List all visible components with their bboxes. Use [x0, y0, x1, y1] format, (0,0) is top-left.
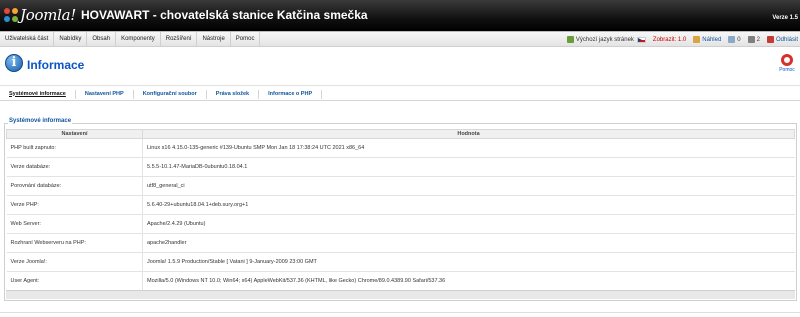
menu-item-site[interactable]: Uživatelská část [0, 32, 55, 47]
table-row: User Agent: Mozilla/5.0 (Windows NT 10.0… [6, 271, 795, 291]
logo-text: Joomla! [20, 6, 76, 24]
help-button[interactable]: Pomoc [777, 54, 797, 73]
info-icon: i [5, 54, 23, 72]
menu-item-help[interactable]: Pomoc [231, 32, 261, 47]
row-value: apache2handler [142, 233, 795, 253]
mail-icon [728, 36, 736, 43]
preview-icon [693, 36, 701, 43]
row-value: Joomla! 1.5.9 Production/Stable [ Vatani… [142, 252, 795, 272]
logout-icon [766, 36, 774, 43]
table-row: Verze Joomla!: Joomla! 1.5.9 Production/… [6, 252, 795, 272]
row-value: Linux s16 4.15.0-135-generic #139-Ubuntu… [142, 138, 795, 158]
page-toolbar: i Informace Pomoc [0, 48, 800, 86]
row-key: Verze PHP: [6, 195, 143, 215]
language-label: Výchozí jazyk stránek [575, 36, 634, 43]
tab-system-info[interactable]: Systémové informace [0, 89, 76, 99]
tab-config-file[interactable]: Konfigurační soubor [134, 89, 207, 99]
row-key: Verze Joomla!: [6, 252, 143, 272]
table-row: PHP built zapnuto: Linux s16 4.15.0-135-… [6, 138, 795, 158]
czech-flag-icon [636, 36, 646, 43]
tab-bar: Systémové informace Nastavení PHP Konfig… [0, 88, 800, 101]
help-label: Pomoc [779, 67, 795, 73]
users-count: 2 [756, 36, 760, 43]
menu-item-components[interactable]: Komponenty [116, 32, 161, 47]
table-row: Verze databáze: 5.5.5-10.1.47-MariaDB-0u… [6, 157, 795, 177]
row-value: Apache/2.4.29 (Ubuntu) [142, 214, 795, 234]
preview-label: Náhled [702, 36, 722, 43]
tab-php-info[interactable]: Informace o PHP [259, 89, 323, 99]
table-row: Porovnání databáze: utf8_general_ci [6, 176, 795, 196]
table-row: Web Server: Apache/2.4.29 (Ubuntu) [6, 214, 795, 234]
main-menu: Uživatelská část Nabídky Obsah Komponent… [0, 32, 261, 47]
top-header: Joomla! HOVAWART - chovatelská stanice K… [0, 0, 800, 31]
table-row: Rozhraní Webserveru na PHP: apache2handl… [6, 233, 795, 253]
row-key: Verze databáze: [6, 157, 143, 177]
table-row: Verze PHP: 5.6.40-29+ubuntu18.04.1+deb.s… [6, 195, 795, 215]
admin-menubar: Uživatelská část Nabídky Obsah Komponent… [0, 31, 800, 47]
language-selector[interactable]: Výchozí jazyk stránek [566, 36, 646, 43]
site-title: HOVAWART - chovatelská stanice Katčina s… [81, 8, 368, 22]
table-footer [6, 290, 795, 299]
row-value: Mozilla/5.0 (Windows NT 10.0; Win64; x64… [142, 271, 795, 291]
joomla-logo-icon [4, 8, 18, 22]
tab-php-settings[interactable]: Nastavení PHP [76, 89, 134, 99]
menu-item-tools[interactable]: Nástroje [197, 32, 231, 47]
joomla-logo[interactable]: Joomla! [4, 4, 76, 26]
column-header-setting: Nastavení [6, 129, 143, 139]
row-value: utf8_general_ci [142, 176, 795, 196]
page-divider [0, 312, 800, 313]
users-icon [747, 36, 755, 43]
section-legend: Systémové informace [8, 118, 73, 124]
menu-item-menus[interactable]: Nabídky [54, 32, 88, 47]
row-key: Web Server: [6, 214, 143, 234]
unread-count: 0 [737, 36, 741, 43]
messages-status[interactable]: Zobrazit: 1.0 [653, 37, 686, 43]
row-key: Porovnání databáze: [6, 176, 143, 196]
version-label: Verze 1.5 [772, 15, 798, 21]
logged-in-users[interactable]: 2 [747, 36, 760, 43]
tab-directory-permissions[interactable]: Práva složek [207, 89, 260, 99]
row-key: User Agent: [6, 271, 143, 291]
messages-label: Zobrazit: 1.0 [652, 36, 687, 43]
unread-messages[interactable]: 0 [728, 36, 741, 43]
page-title: Informace [27, 58, 85, 72]
menu-item-content[interactable]: Obsah [87, 32, 117, 47]
status-bar: Výchozí jazyk stránek Zobrazit: 1.0 Náhl… [560, 32, 800, 47]
column-header-value: Hodnota [142, 129, 795, 139]
row-value: 5.5.5-10.1.47-MariaDB-0ubuntu0.18.04.1 [142, 157, 795, 177]
row-key: PHP built zapnuto: [6, 138, 143, 158]
menu-item-extensions[interactable]: Rozšíření [161, 32, 198, 47]
system-info-table: Nastavení Hodnota PHP built zapnuto: Lin… [6, 129, 795, 291]
row-key: Rozhraní Webserveru na PHP: [6, 233, 143, 253]
row-value: 5.6.40-29+ubuntu18.04.1+deb.sury.org+1 [142, 195, 795, 215]
preview-link[interactable]: Náhled [693, 36, 721, 43]
lifebuoy-icon [781, 54, 793, 66]
logout-link[interactable]: Odhlásit [766, 36, 798, 43]
logout-label: Odhlásit [775, 36, 798, 43]
language-icon [566, 36, 574, 43]
